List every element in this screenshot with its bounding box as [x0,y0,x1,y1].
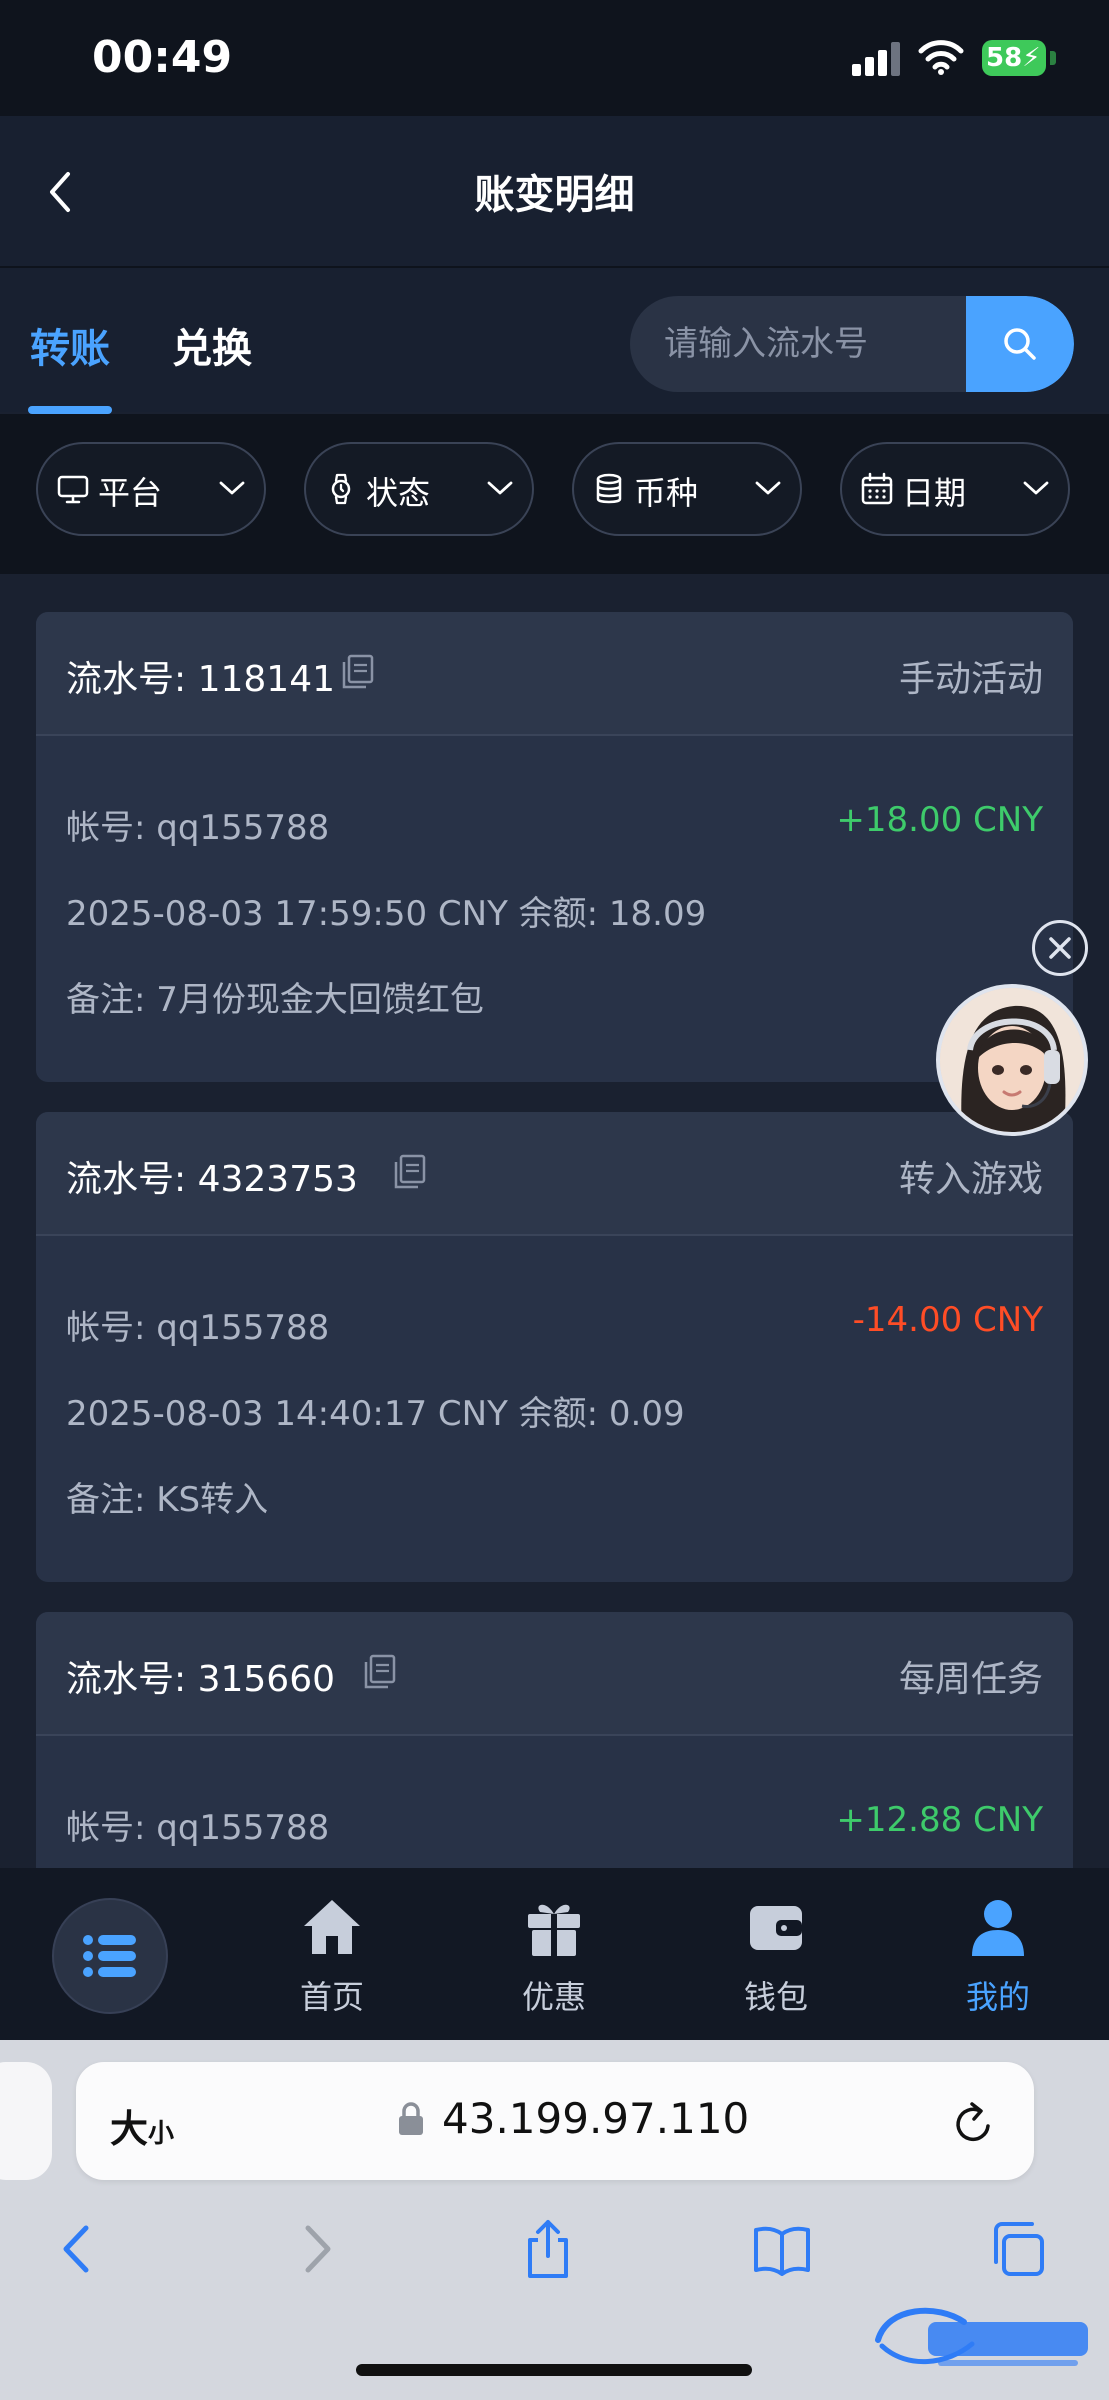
previous-tab-edge[interactable] [0,2062,52,2180]
charging-bolt-icon: ⚡ [1022,43,1041,73]
url-text: 43.199.97.110 [442,2094,750,2143]
tabbar-label: 首页 [299,1978,364,2016]
filter-currency-label: 币种 [634,474,699,512]
wifi-icon [918,40,964,75]
filter-date[interactable]: 日期 [840,442,1070,536]
monitor-icon [57,475,89,504]
serial-number: 流水号: 4323753 [66,1150,358,1202]
record-type: 手动活动 [898,659,1043,700]
time-balance-text: 2025-08-03 14:40:17 CNY 余额: 0.09 [66,1394,685,1434]
list-menu-icon [83,1935,136,1977]
record-type: 转入游戏 [898,1159,1043,1200]
record-header: 流水号: 118141 手动活动 [36,612,1073,736]
calendar-icon [861,472,893,505]
tabbar-item-profile[interactable]: 我的 [918,1890,1078,2040]
serial-number: 流水号: 315660 [66,1650,335,1702]
amount-text: +18.00 CNY [836,800,1043,840]
serial-value: 315660 [197,1659,336,1700]
lock-icon [399,2102,423,2135]
serial-label: 流水号: [66,659,198,700]
close-float-button[interactable] [1032,920,1088,976]
search-button[interactable] [966,296,1074,392]
battery-nub [1050,51,1056,65]
record-card[interactable]: 流水号: 118141 手动活动 帐号: qq155788 +18.00 CNY… [36,612,1073,1082]
record-card[interactable]: 流水号: 4323753 转入游戏 帐号: qq155788 -14.00 CN… [36,1112,1073,1582]
record-card[interactable]: 流水号: 315660 每周任务 帐号: qq155788 +12.88 CNY [36,1612,1073,1868]
record-header: 流水号: 4323753 转入游戏 [36,1112,1073,1236]
text-size-large: 大 [110,2107,149,2151]
home-indicator [356,2364,752,2376]
browser-back-icon[interactable] [48,2218,108,2280]
note-text: 备注: 7月份现金大回馈红包 [66,980,484,1020]
agent-portrait-icon [940,988,1084,1132]
share-icon[interactable] [518,2218,578,2280]
tabbar-label: 钱包 [743,1978,808,2016]
serial-value: 118141 [197,659,336,700]
amount-text: +12.88 CNY [836,1800,1043,1840]
copy-icon[interactable] [340,654,374,690]
tabbar-item-offers[interactable]: 优惠 [474,1890,634,2040]
tabbar-label: 我的 [965,1978,1030,2016]
filter-status[interactable]: 状态 [304,442,534,536]
chevron-down-icon [219,481,245,495]
filter-date-label: 日期 [902,474,967,512]
gift-icon [528,1904,580,1956]
account-text: 帐号: qq155788 [66,1808,330,1848]
status-time: 00:49 [92,32,233,83]
search-box [630,296,1074,392]
text-size-button[interactable]: 大小 [110,2098,174,2153]
filter-currency[interactable]: 币种 [572,442,802,536]
watermark-logo-icon [875,2307,1088,2366]
serial-search-input[interactable] [630,296,966,392]
tabs-icon[interactable] [988,2218,1048,2280]
bookmarks-icon[interactable] [752,2218,812,2280]
serial-label: 流水号: [66,1659,198,1700]
filter-platform[interactable]: 平台 [36,442,266,536]
tabbar-item-home[interactable]: 首页 [252,1890,412,2040]
filter-status-label: 状态 [366,474,431,512]
cellular-signal-icon [852,42,900,76]
page-title: 账变明细 [474,172,635,218]
text-size-small: 小 [148,2119,175,2149]
user-icon [972,1900,1024,1956]
tabbar-item-wallet[interactable]: 钱包 [696,1890,856,2040]
reload-icon[interactable] [950,2096,998,2148]
active-tab-indicator [28,406,112,414]
account-text: 帐号: qq155788 [66,1308,330,1348]
chevron-down-icon [755,481,781,495]
customer-service-avatar[interactable] [936,984,1088,1136]
tab-exchange[interactable]: 兑换 [172,316,252,374]
menu-button[interactable] [52,1898,168,2014]
chevron-down-icon [1023,481,1049,495]
filter-platform-label: 平台 [98,474,163,512]
copy-icon[interactable] [362,1654,396,1690]
tab-transfer[interactable]: 转账 [30,316,110,374]
search-icon [1004,328,1036,360]
record-header: 流水号: 315660 每周任务 [36,1612,1073,1736]
time-balance-text: 2025-08-03 17:59:50 CNY 余额: 18.09 [66,894,707,934]
battery-level: 58 [986,43,1023,73]
copy-icon[interactable] [392,1154,426,1190]
chevron-down-icon [487,481,513,495]
battery-indicator: 58⚡ [982,40,1056,76]
serial-label: 流水号: [66,1159,198,1200]
home-icon [304,1900,360,1954]
serial-number: 流水号: 118141 [66,650,335,702]
amount-text: -14.00 CNY [852,1300,1043,1340]
database-icon [596,473,622,504]
tabbar-label: 优惠 [521,1978,586,2016]
account-text: 帐号: qq155788 [66,808,330,848]
record-type: 每周任务 [898,1659,1043,1700]
wallet-icon [750,1906,802,1950]
browser-forward-icon[interactable] [286,2218,346,2280]
note-text: 备注: KS转入 [66,1480,269,1520]
back-arrow-icon[interactable] [40,162,80,222]
serial-value: 4323753 [197,1159,358,1200]
close-icon [1049,937,1071,959]
watch-icon [331,473,351,505]
